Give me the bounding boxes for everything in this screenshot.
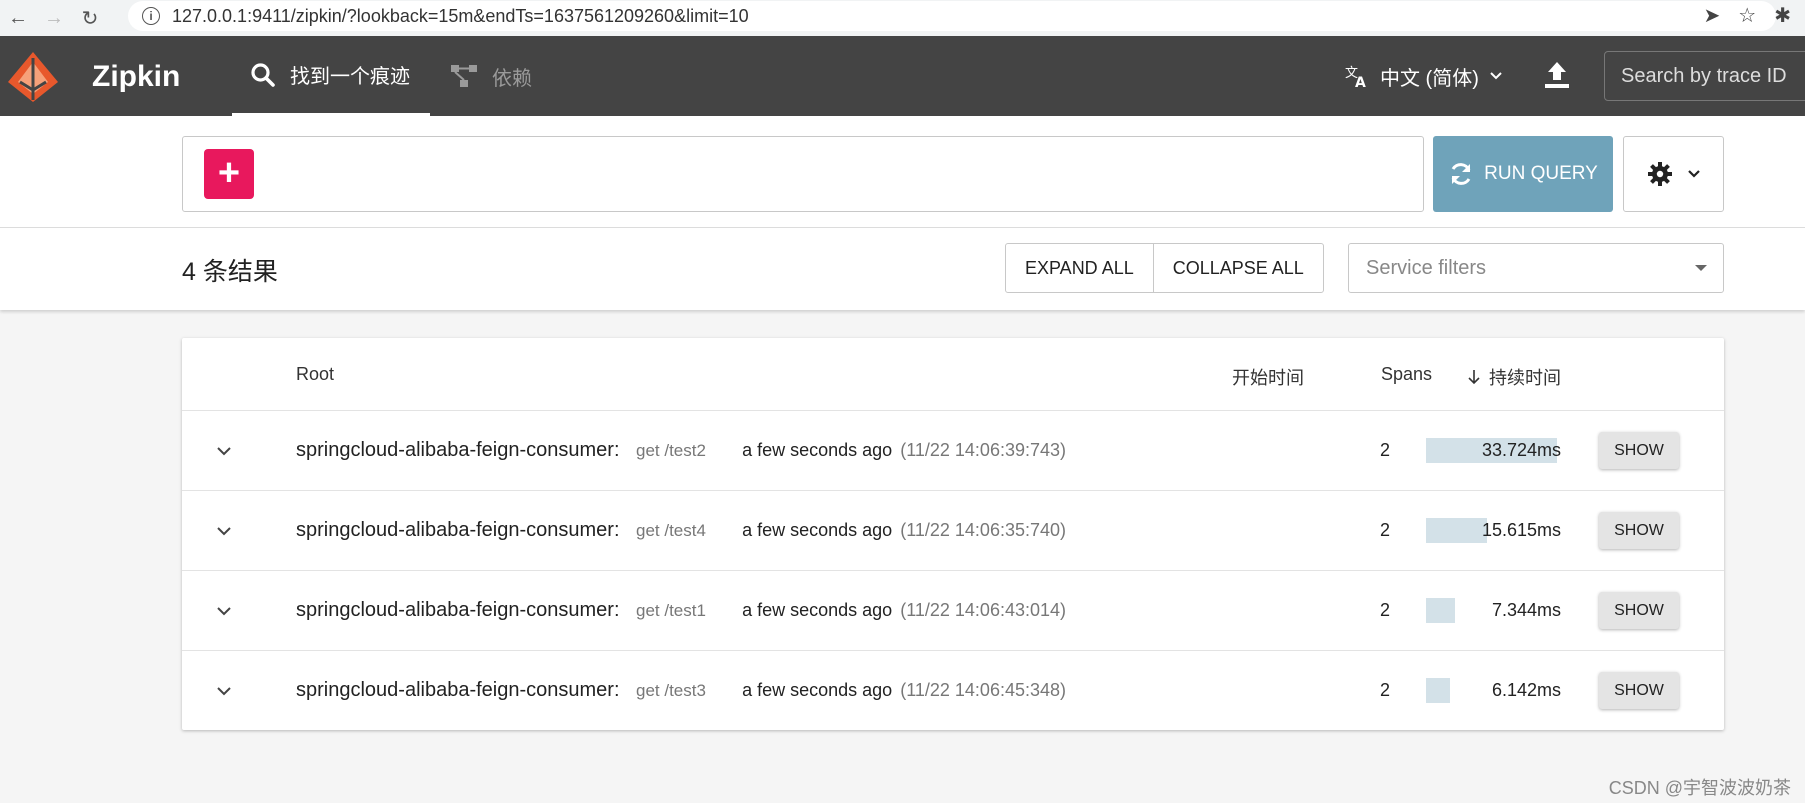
table-row[interactable]: springcloud-alibaba-feign-consumer: get /…: [182, 491, 1724, 571]
row-relative-time: a few seconds ago: [742, 440, 893, 460]
expand-chevron-icon[interactable]: [214, 441, 234, 461]
zipkin-logo-icon[interactable]: [6, 50, 60, 104]
show-trace-button[interactable]: SHOW: [1599, 432, 1679, 469]
row-service-name: springcloud-alibaba-feign-consumer:: [296, 439, 620, 461]
row-duration: 33.724ms: [1481, 440, 1561, 460]
tab-find-trace[interactable]: 找到一个痕迹: [232, 36, 430, 116]
row-operation: get /test4: [636, 521, 706, 540]
show-trace-button[interactable]: SHOW: [1599, 672, 1679, 709]
tab-find-trace-label: 找到一个痕迹: [290, 66, 410, 88]
back-arrow-icon[interactable]: ←: [0, 0, 36, 36]
search-icon: [251, 62, 275, 87]
row-service-name: springcloud-alibaba-feign-consumer:: [296, 599, 620, 621]
service-filters-placeholder: Service filters: [1366, 256, 1487, 279]
row-relative-time: a few seconds ago: [742, 520, 893, 540]
table-row[interactable]: springcloud-alibaba-feign-consumer: get /…: [182, 651, 1724, 731]
row-duration-bar: [1426, 678, 1450, 703]
row-operation: get /test2: [636, 441, 706, 460]
column-spans[interactable]: Spans: [1381, 364, 1432, 385]
svg-text:A: A: [1355, 75, 1366, 89]
row-timestamp: (11/22 14:06:45:348): [900, 680, 1066, 700]
column-duration-label: 持续时间: [1489, 368, 1561, 388]
row-timestamp: (11/22 14:06:43:014): [900, 600, 1066, 620]
row-duration-bar: [1426, 598, 1455, 623]
send-icon[interactable]: ➤: [1704, 3, 1721, 28]
settings-dropdown-button[interactable]: [1623, 136, 1724, 212]
url-text: 127.0.0.1:9411/zipkin/?lookback=15m&endT…: [172, 5, 749, 26]
browser-toolbar: ← → ↻ i 127.0.0.1:9411/zipkin/?lookback=…: [0, 0, 1805, 36]
row-operation: get /test3: [636, 681, 706, 700]
site-info-icon[interactable]: i: [142, 7, 160, 25]
expand-collapse-group: EXPAND ALL COLLAPSE ALL: [1005, 243, 1324, 293]
row-duration: 7.344ms: [1491, 600, 1561, 620]
brand-name[interactable]: Zipkin: [92, 60, 180, 94]
traces-table: Root 开始时间 Spans 持续时间 springcloud-alibaba…: [182, 338, 1724, 730]
row-duration-bar: [1426, 518, 1487, 543]
result-count: 4 条结果: [182, 258, 278, 286]
row-start-time: a few seconds ago (11/22 14:06:39:743): [742, 440, 1066, 461]
results-toolbar: 4 条结果 EXPAND ALL COLLAPSE ALL Service fi…: [0, 228, 1805, 310]
row-duration: 6.142ms: [1491, 680, 1561, 700]
show-trace-button[interactable]: SHOW: [1599, 512, 1679, 549]
column-start-time[interactable]: 开始时间: [1232, 364, 1304, 390]
refresh-icon: [1451, 163, 1471, 185]
expand-chevron-icon[interactable]: [214, 601, 234, 621]
trace-id-search-input[interactable]: [1604, 51, 1805, 101]
gear-icon: [1647, 162, 1672, 186]
add-criteria-button[interactable]: +: [204, 149, 254, 199]
run-query-button[interactable]: RUN QUERY: [1433, 136, 1613, 212]
watermark: CSDN @宇智波波奶茶: [1608, 778, 1791, 798]
address-bar[interactable]: i 127.0.0.1:9411/zipkin/?lookback=15m&en…: [128, 1, 1776, 31]
row-span-count: 2: [1379, 600, 1390, 620]
expand-chevron-icon[interactable]: [214, 681, 234, 701]
forward-arrow-icon[interactable]: →: [36, 0, 72, 36]
service-filters-select[interactable]: Service filters: [1348, 243, 1724, 293]
row-operation: get /test1: [636, 601, 706, 620]
row-relative-time: a few seconds ago: [742, 680, 893, 700]
row-service-name: springcloud-alibaba-feign-consumer:: [296, 679, 620, 701]
reload-icon[interactable]: ↻: [72, 0, 108, 36]
app-header: Zipkin 找到一个痕迹 依赖 文 A 中文 (简体): [0, 36, 1805, 116]
table-row[interactable]: springcloud-alibaba-feign-consumer: get /…: [182, 571, 1724, 651]
language-label: 中文 (简体): [1380, 67, 1479, 90]
show-trace-button[interactable]: SHOW: [1599, 592, 1679, 629]
query-bar: + RUN QUERY: [0, 116, 1805, 228]
table-header: Root 开始时间 Spans 持续时间: [182, 338, 1724, 411]
row-span-count: 2: [1379, 520, 1390, 540]
translate-icon: 文 A: [1345, 66, 1366, 89]
row-start-time: a few seconds ago (11/22 14:06:35:740): [742, 520, 1066, 541]
sort-arrow-down-icon: [1468, 370, 1480, 385]
tab-dependencies[interactable]: 依赖: [450, 36, 532, 116]
column-root[interactable]: Root: [296, 364, 334, 385]
bookmark-star-icon[interactable]: ☆: [1738, 3, 1756, 28]
row-duration: 15.615ms: [1481, 520, 1561, 540]
table-row[interactable]: springcloud-alibaba-feign-consumer: get /…: [182, 411, 1724, 491]
collapse-all-button[interactable]: COLLAPSE ALL: [1152, 244, 1323, 292]
row-timestamp: (11/22 14:06:39:743): [900, 440, 1066, 460]
upload-icon[interactable]: [1540, 58, 1574, 92]
expand-all-button[interactable]: EXPAND ALL: [1006, 244, 1153, 292]
column-duration[interactable]: 持续时间: [1467, 364, 1561, 390]
language-selector[interactable]: 文 A 中文 (简体): [1344, 36, 1503, 116]
row-start-time: a few seconds ago (11/22 14:06:45:348): [742, 680, 1066, 701]
row-span-count: 2: [1379, 680, 1390, 700]
tab-dependencies-label: 依赖: [492, 67, 532, 90]
dropdown-caret-icon: [1695, 265, 1707, 271]
expand-chevron-icon[interactable]: [214, 521, 234, 541]
chevron-down-icon: [1687, 170, 1700, 178]
chevron-down-icon: [1490, 72, 1502, 80]
query-criteria-box[interactable]: +: [182, 136, 1424, 212]
row-span-count: 2: [1379, 440, 1390, 460]
row-start-time: a few seconds ago (11/22 14:06:43:014): [742, 600, 1066, 621]
extension-icon[interactable]: ✱: [1774, 3, 1791, 28]
run-query-label: RUN QUERY: [1484, 163, 1598, 184]
row-relative-time: a few seconds ago: [742, 600, 893, 620]
dependencies-icon: [451, 65, 477, 87]
row-service-name: springcloud-alibaba-feign-consumer:: [296, 519, 620, 541]
row-timestamp: (11/22 14:06:35:740): [900, 520, 1066, 540]
